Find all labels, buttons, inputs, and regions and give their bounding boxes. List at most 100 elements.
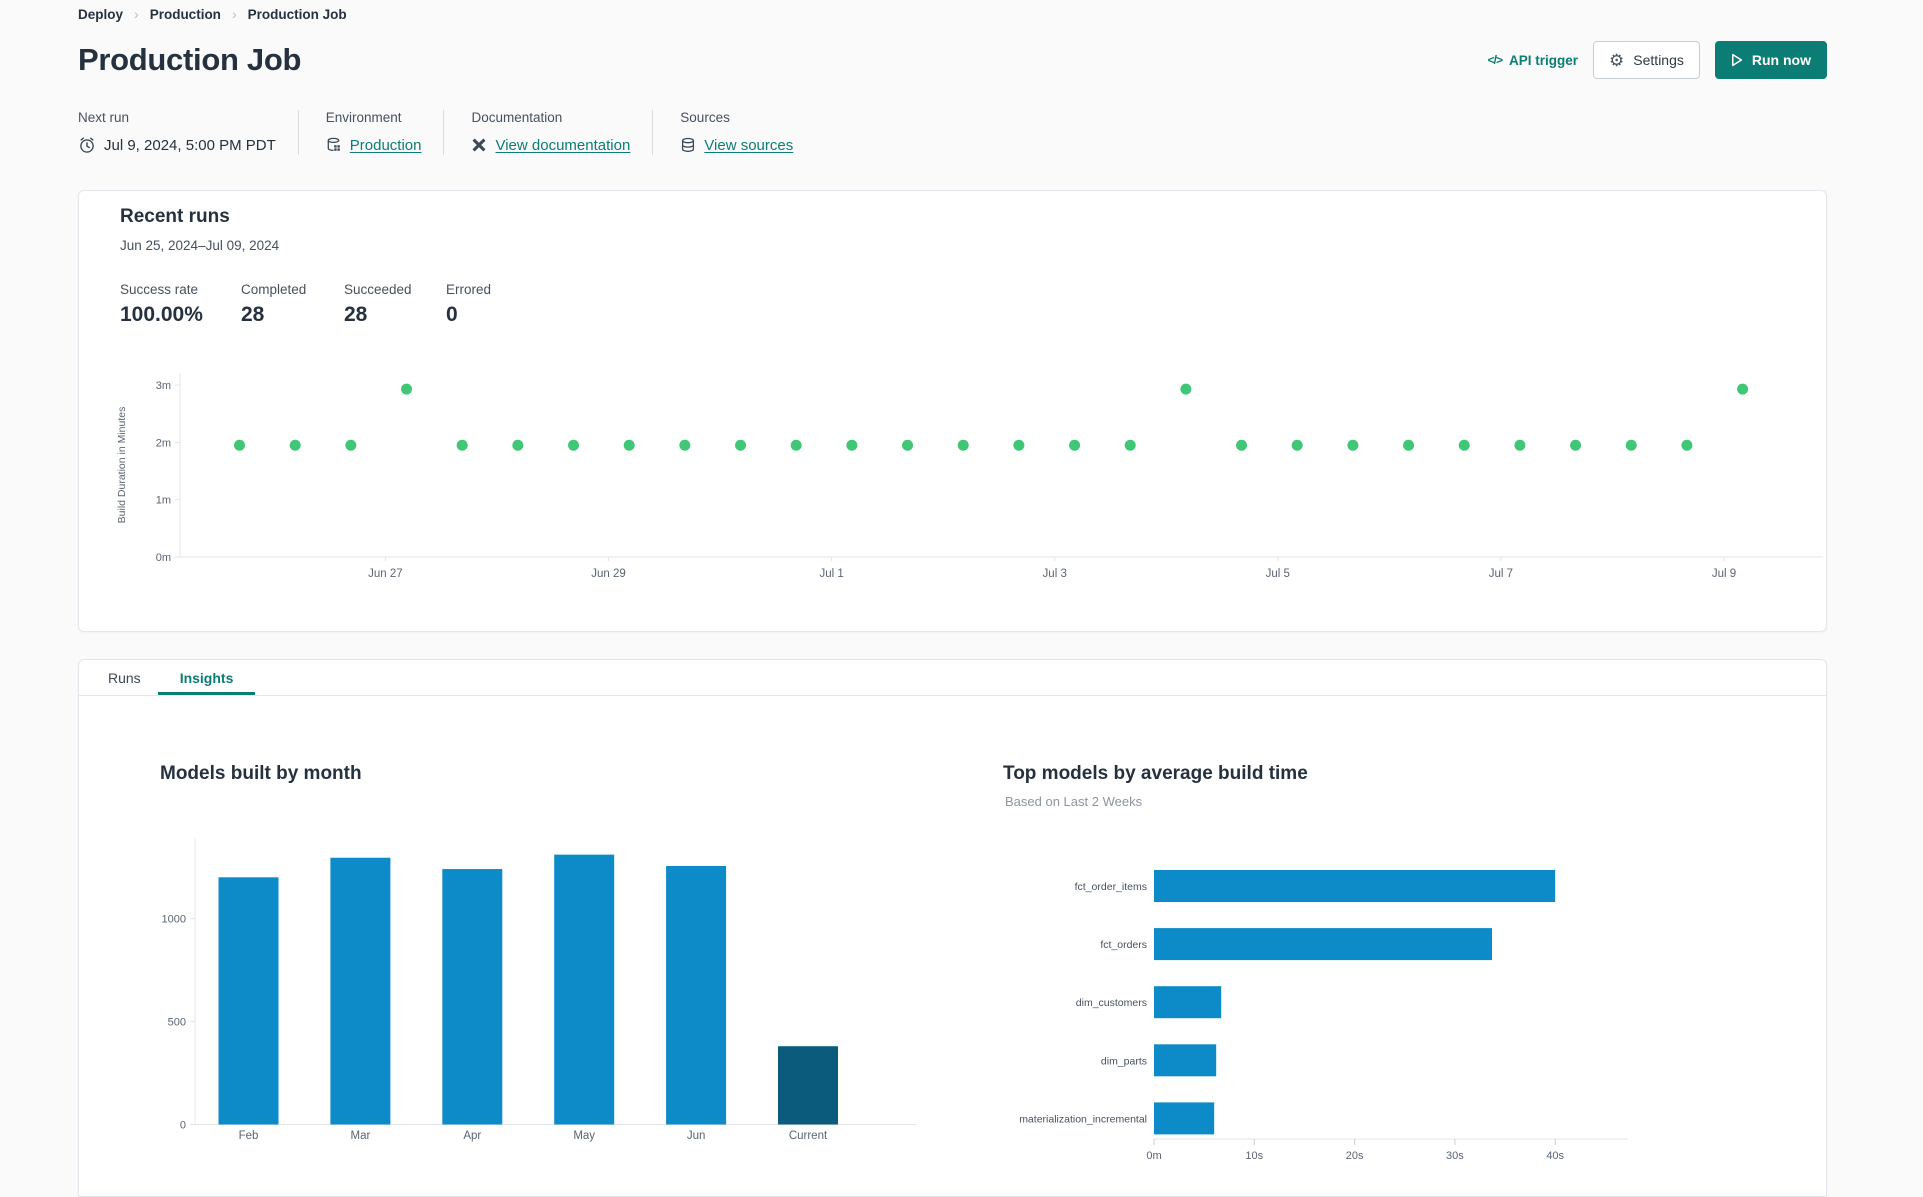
settings-button[interactable]: ⚙ Settings (1593, 41, 1700, 79)
recent-runs-date-range: Jun 25, 2024–Jul 09, 2024 (120, 238, 280, 253)
category-label: fct_orders (1100, 939, 1147, 951)
run-duration-point[interactable] (1625, 439, 1637, 451)
run-duration-point[interactable] (345, 439, 357, 451)
documentation-label: Documentation (471, 110, 563, 125)
stat-label: Completed (241, 282, 307, 297)
play-icon (1731, 53, 1743, 67)
environment-value-row: Production (326, 135, 422, 155)
run-duration-point[interactable] (1236, 439, 1248, 451)
gear-icon: ⚙ (1609, 50, 1625, 70)
y-axis-title: Build Duration in Minutes (116, 407, 128, 524)
run-duration-point[interactable] (1069, 439, 1081, 451)
x-tick-label: Current (789, 1130, 828, 1142)
run-duration-point[interactable] (1180, 383, 1192, 395)
breadcrumb-production[interactable]: Production (150, 7, 221, 22)
breadcrumb-production-job: Production Job (247, 6, 347, 22)
run-duration-point[interactable] (1737, 383, 1749, 395)
x-tick-label: 20s (1346, 1150, 1364, 1162)
stat-value: 28 (241, 303, 265, 326)
x-tick-label: Jul 9 (1712, 568, 1736, 580)
top-models-chart: 0m 10s 20s 30s 40s fct_order_items fct_ordersd… (1019, 870, 1628, 1162)
info-sources: Sources View sources (680, 110, 815, 155)
info-documentation: Documentation View documentation (471, 110, 654, 155)
stat-completed: Completed 28 (241, 282, 344, 327)
x-tick-label: Jul 7 (1489, 568, 1513, 580)
stat-succeeded: Succeeded 28 (344, 282, 446, 327)
code-icon: </> (1487, 53, 1503, 67)
build-duration-chart: 0m 1m 2m 3m Build Duration in Minutes Jun 27 J… (116, 373, 1823, 580)
page-header: Production Job </> API trigger ⚙ Setting… (78, 38, 1827, 82)
sources-value-row: View sources (680, 135, 793, 155)
tab-insights[interactable]: Insights (158, 660, 256, 695)
stat-success-rate: Success rate 100.00% (120, 282, 241, 327)
run-duration-point[interactable] (1403, 439, 1415, 451)
recent-runs-title: Recent runs (120, 206, 230, 227)
stat-label: Success rate (120, 282, 199, 297)
stat-value: 0 (446, 303, 458, 326)
x-tick-label: Mar (350, 1130, 370, 1142)
environment-link[interactable]: Production (350, 137, 422, 154)
run-duration-point[interactable] (1013, 439, 1025, 451)
run-duration-point[interactable] (1347, 439, 1359, 451)
environment-label: Environment (325, 110, 402, 125)
insights-card: Runs Insights Models built by month Top … (78, 659, 1827, 1197)
bar-fct_orders (1154, 928, 1493, 961)
x-tick-label: Jul 5 (1266, 568, 1290, 580)
run-duration-point[interactable] (401, 383, 413, 395)
run-now-label: Run now (1751, 52, 1811, 68)
next-run-label: Next run (78, 110, 130, 125)
models-built-chart-title: Models built by month (160, 763, 362, 784)
category-label: dim_customers (1076, 997, 1147, 1009)
run-duration-point[interactable] (512, 439, 524, 451)
run-duration-point[interactable] (1514, 439, 1526, 451)
sources-label: Sources (680, 110, 730, 125)
bar-apr (442, 869, 503, 1125)
documentation-value-row: View documentation (471, 135, 630, 155)
run-duration-point[interactable] (1291, 439, 1303, 451)
view-documentation-link[interactable]: View documentation (495, 137, 630, 154)
x-tick-label: 40s (1546, 1150, 1564, 1162)
run-duration-point[interactable] (1681, 439, 1693, 451)
chevron-right-icon: › (134, 6, 139, 22)
tab-runs[interactable]: Runs (91, 660, 158, 695)
run-duration-point[interactable] (957, 439, 969, 451)
run-now-button[interactable]: Run now (1714, 41, 1827, 79)
bar-dim_parts (1154, 1044, 1217, 1077)
y-tick-label: 3m (156, 380, 171, 392)
run-duration-point[interactable] (735, 439, 747, 451)
run-duration-point[interactable] (623, 439, 635, 451)
x-tick-label: Jun 27 (368, 568, 403, 580)
x-tick-label: Feb (239, 1130, 259, 1142)
category-label: dim_parts (1101, 1055, 1147, 1067)
recent-runs-card: Recent runs Jun 25, 2024–Jul 09, 2024 Su… (78, 190, 1827, 632)
breadcrumb-deploy[interactable]: Deploy (78, 7, 123, 22)
chevron-right-icon: › (231, 6, 237, 22)
stat-label: Errored (446, 282, 492, 297)
run-duration-point[interactable] (568, 439, 580, 451)
tab-bar: Runs Insights (79, 660, 1826, 696)
y-tick-label: 0m (156, 552, 171, 564)
x-tick-label: Jul 3 (1043, 568, 1067, 580)
dbt-docs-icon (472, 138, 486, 152)
run-duration-point[interactable] (289, 439, 301, 451)
view-sources-link[interactable]: View sources (704, 137, 793, 154)
api-trigger-link[interactable]: </> API trigger (1488, 53, 1578, 68)
run-duration-point[interactable] (902, 439, 914, 451)
run-duration-point[interactable] (790, 439, 802, 451)
category-label: materialization_incremental (1019, 1113, 1147, 1125)
run-duration-point[interactable] (846, 439, 858, 451)
top-models-chart-title: Top models by average build time (1003, 763, 1308, 784)
x-tick-label: 30s (1446, 1150, 1464, 1162)
category-label: fct_order_items (1075, 881, 1147, 893)
run-duration-point[interactable] (1124, 439, 1136, 451)
y-tick-label: 1000 (162, 914, 186, 926)
stat-value: 28 (344, 303, 368, 326)
run-duration-point[interactable] (456, 439, 468, 451)
run-duration-point[interactable] (1458, 439, 1470, 451)
run-duration-point[interactable] (679, 439, 691, 451)
x-tick-label: Jul 1 (819, 568, 843, 580)
run-duration-point[interactable] (234, 439, 245, 451)
top-models-chart-subtitle: Based on Last 2 Weeks (1005, 794, 1143, 809)
recent-runs-stats: Success rate 100.00% Completed 28 Succee… (120, 282, 491, 327)
run-duration-point[interactable] (1570, 439, 1582, 451)
